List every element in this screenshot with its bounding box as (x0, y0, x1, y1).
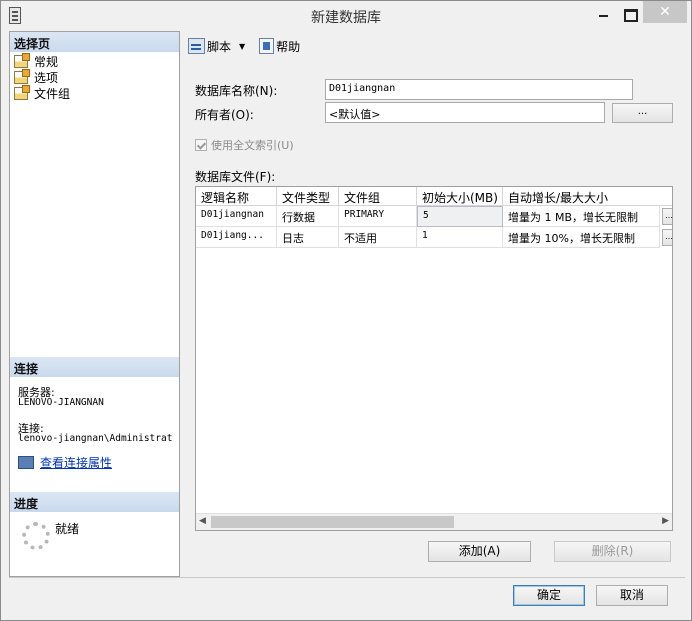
add-button[interactable]: 添加(A) (428, 541, 531, 562)
page-icon (14, 52, 30, 68)
initial-size-cell[interactable]: 5 (417, 206, 503, 227)
file-type-cell[interactable]: 日志 (277, 227, 339, 248)
progress-header: 进度 (10, 492, 179, 512)
fulltext-index-option[interactable]: 使用全文索引(U) (195, 137, 294, 153)
horizontal-scrollbar[interactable]: ◀ ▶ (196, 513, 672, 530)
grid-header-row: 逻辑名称 文件类型 文件组 初始大小(MB) 自动增长/最大大小 (196, 187, 672, 206)
view-connection-properties-label: 查看连接属性 (40, 456, 113, 470)
autogrowth-edit-button[interactable]: ... (662, 229, 672, 246)
database-files-label: 数据库文件(F): (195, 170, 276, 184)
maximize-button[interactable] (619, 5, 639, 23)
column-header[interactable]: 初始大小(MB) (417, 187, 503, 206)
database-name-input[interactable]: D01jiangnan (325, 79, 633, 100)
logical-name-cell[interactable]: D01jiang... (196, 227, 277, 248)
page-item-label: 选项 (34, 70, 59, 85)
owner-label: 所有者(O): (195, 108, 254, 122)
fulltext-index-checkbox[interactable] (195, 139, 207, 151)
connection-value: lenovo-jiangnan\Administrat (18, 433, 173, 444)
database-name-label: 数据库名称(N): (195, 84, 278, 98)
initial-size-cell[interactable]: 1 (417, 227, 503, 248)
column-header[interactable]: 文件类型 (277, 187, 339, 206)
file-type-cell[interactable]: 行数据 (277, 206, 339, 227)
select-page-header: 选择页 (10, 32, 179, 52)
view-connection-properties-link[interactable]: 查看连接属性 (18, 454, 112, 471)
logical-name-cell[interactable]: D01jiangnan (196, 206, 277, 227)
ok-button[interactable]: 确定 (513, 585, 585, 606)
page-icon (14, 84, 30, 100)
right-panel: 脚本 ▼ 帮助 数据库名称(N): D01jiangnan 所有者(O): <默… (180, 31, 685, 577)
help-button[interactable]: 帮助 (276, 38, 300, 55)
server-value: LENOVO-JIANGNAN (18, 397, 104, 408)
script-dropdown-arrow-icon[interactable]: ▼ (239, 42, 245, 51)
owner-input[interactable]: <默认值> (325, 102, 605, 123)
table-row[interactable]: D01jiang... 日志 不适用 1 增量为 10%，增长无限制 ... (196, 227, 672, 248)
filegroup-cell[interactable]: 不适用 (339, 227, 417, 248)
database-files-grid: 逻辑名称 文件类型 文件组 初始大小(MB) 自动增长/最大大小 D01jian… (195, 186, 673, 531)
new-database-dialog: 新建数据库 ✕ 选择页 常规 选项 文件组 连接 服务器: LENOVO-JIA… (0, 0, 692, 621)
title-bar: 新建数据库 ✕ (1, 1, 691, 31)
column-header[interactable]: 文件组 (339, 187, 417, 206)
page-item-options[interactable]: 选项 (14, 68, 59, 85)
window-title: 新建数据库 (311, 10, 381, 26)
column-header[interactable]: 自动增长/最大大小 (503, 187, 672, 206)
autogrowth-cell: 增量为 10%，增长无限制 (503, 227, 660, 248)
close-button[interactable]: ✕ (643, 1, 687, 23)
progress-status: 就绪 (55, 522, 80, 536)
scroll-left-icon[interactable]: ◀ (199, 516, 206, 526)
page-item-filegroups[interactable]: 文件组 (14, 84, 71, 101)
minimize-button[interactable] (594, 5, 614, 23)
remove-button[interactable]: 删除(R) (554, 541, 671, 562)
footer-divider (9, 577, 685, 578)
owner-browse-button[interactable]: ... (612, 103, 673, 123)
fulltext-index-label: 使用全文索引(U) (211, 139, 294, 152)
left-panel: 选择页 常规 选项 文件组 连接 服务器: LENOVO-JIANGNAN 连接… (9, 31, 180, 577)
scrollbar-thumb[interactable] (211, 516, 454, 528)
help-icon (259, 38, 275, 54)
column-header[interactable]: 逻辑名称 (196, 187, 277, 206)
autogrowth-edit-button[interactable]: ... (662, 208, 672, 225)
script-button[interactable]: 脚本 (207, 38, 231, 55)
page-item-label: 文件组 (34, 86, 71, 101)
page-item-label: 常规 (34, 54, 59, 69)
connection-properties-icon (18, 456, 34, 469)
table-row[interactable]: D01jiangnan 行数据 PRIMARY 5 增量为 1 MB，增长无限制… (196, 206, 672, 227)
connection-header: 连接 (10, 357, 179, 377)
filegroup-cell[interactable]: PRIMARY (339, 206, 417, 227)
autogrowth-cell: 增量为 1 MB，增长无限制 (503, 206, 660, 227)
progress-spinner-icon (22, 522, 50, 550)
cancel-button[interactable]: 取消 (596, 585, 668, 606)
scroll-right-icon[interactable]: ▶ (662, 516, 669, 526)
toolbar: 脚本 ▼ 帮助 (180, 31, 685, 61)
script-icon (188, 38, 205, 54)
page-item-general[interactable]: 常规 (14, 52, 59, 69)
page-icon (14, 68, 30, 84)
